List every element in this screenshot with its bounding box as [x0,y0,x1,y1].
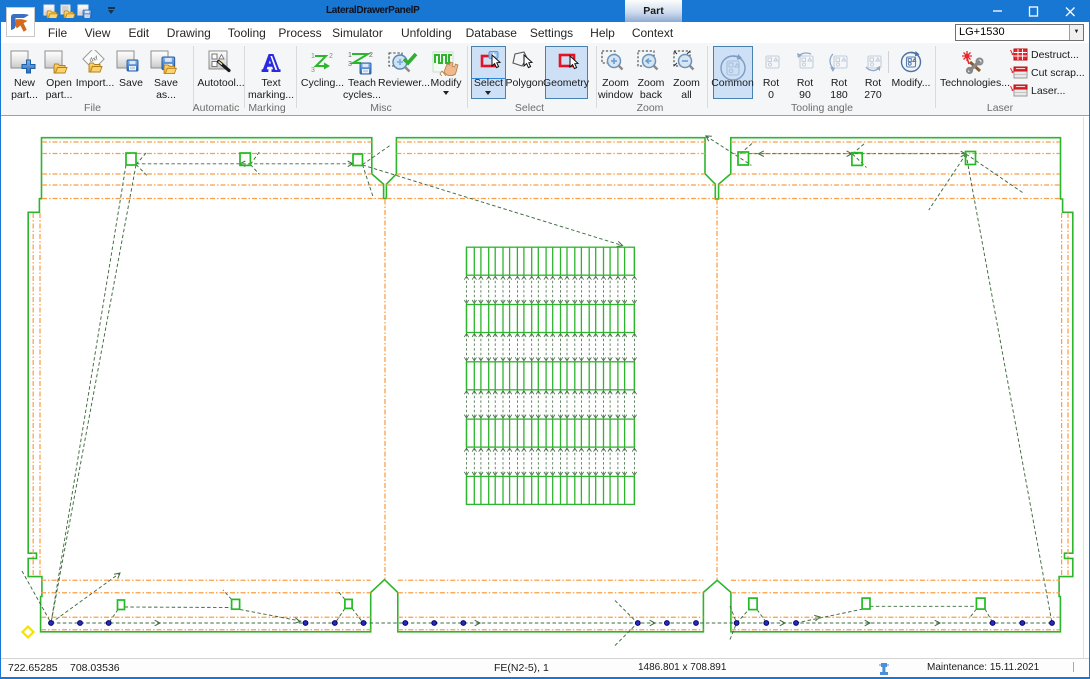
svg-text:2: 2 [329,53,333,60]
svg-text:A: A [262,51,280,76]
svg-text:1: 1 [311,53,315,60]
svg-text:1: 1 [348,52,352,59]
svg-text:3: 3 [348,61,352,68]
svg-text:3: 3 [311,67,315,74]
